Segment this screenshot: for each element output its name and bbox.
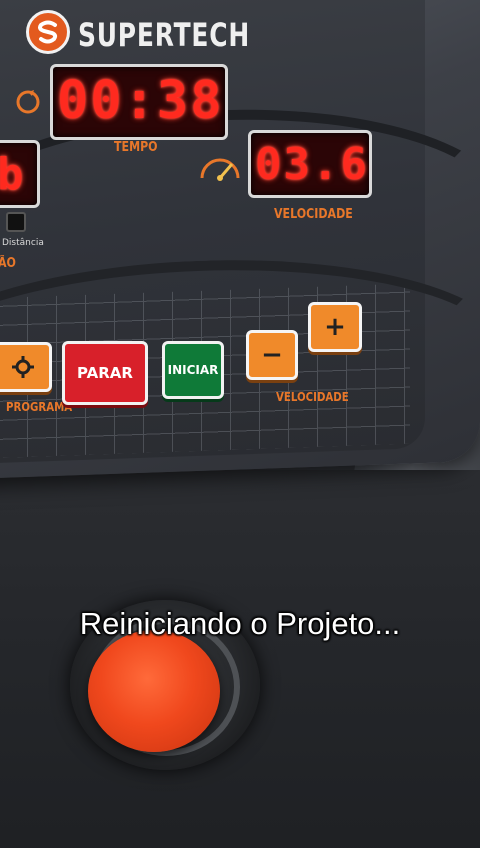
distance-label: Distância [2, 238, 44, 248]
distance-display-value: b [0, 149, 26, 200]
speed-display-value: 03.6 [255, 139, 369, 190]
time-display: 00:38 [50, 64, 228, 140]
distance-indicator-icon [6, 212, 26, 232]
speed-down-button[interactable]: − [246, 330, 298, 380]
time-display-value: 00:38 [57, 71, 224, 131]
emergency-stop-button[interactable] [88, 630, 220, 752]
refresh-icon [14, 88, 42, 116]
speedometer-icon [198, 150, 242, 182]
speed-up-button[interactable]: + [308, 302, 362, 352]
stop-button[interactable]: PARAR [62, 341, 148, 405]
brand-logo-icon [26, 10, 70, 54]
speed-buttons-label: VELOCIDADE [276, 390, 349, 404]
brand-name: SUPERTECH [78, 16, 250, 54]
gear-icon [12, 356, 34, 378]
start-button[interactable]: INICIAR [162, 341, 224, 399]
video-caption: Reiniciando o Projeto... [79, 606, 401, 641]
program-button[interactable] [0, 342, 52, 392]
speed-label: VELOCIDADE [274, 207, 353, 222]
speed-display: 03.6 [248, 130, 372, 198]
calories-label-partial: ÃO [0, 256, 16, 271]
treadmill-photo: SUPERTECH 00:38 TEMPO 03.6 VELOCIDADE b … [0, 0, 480, 848]
distance-display: b [0, 140, 40, 208]
time-label: TEMPO [114, 140, 158, 155]
